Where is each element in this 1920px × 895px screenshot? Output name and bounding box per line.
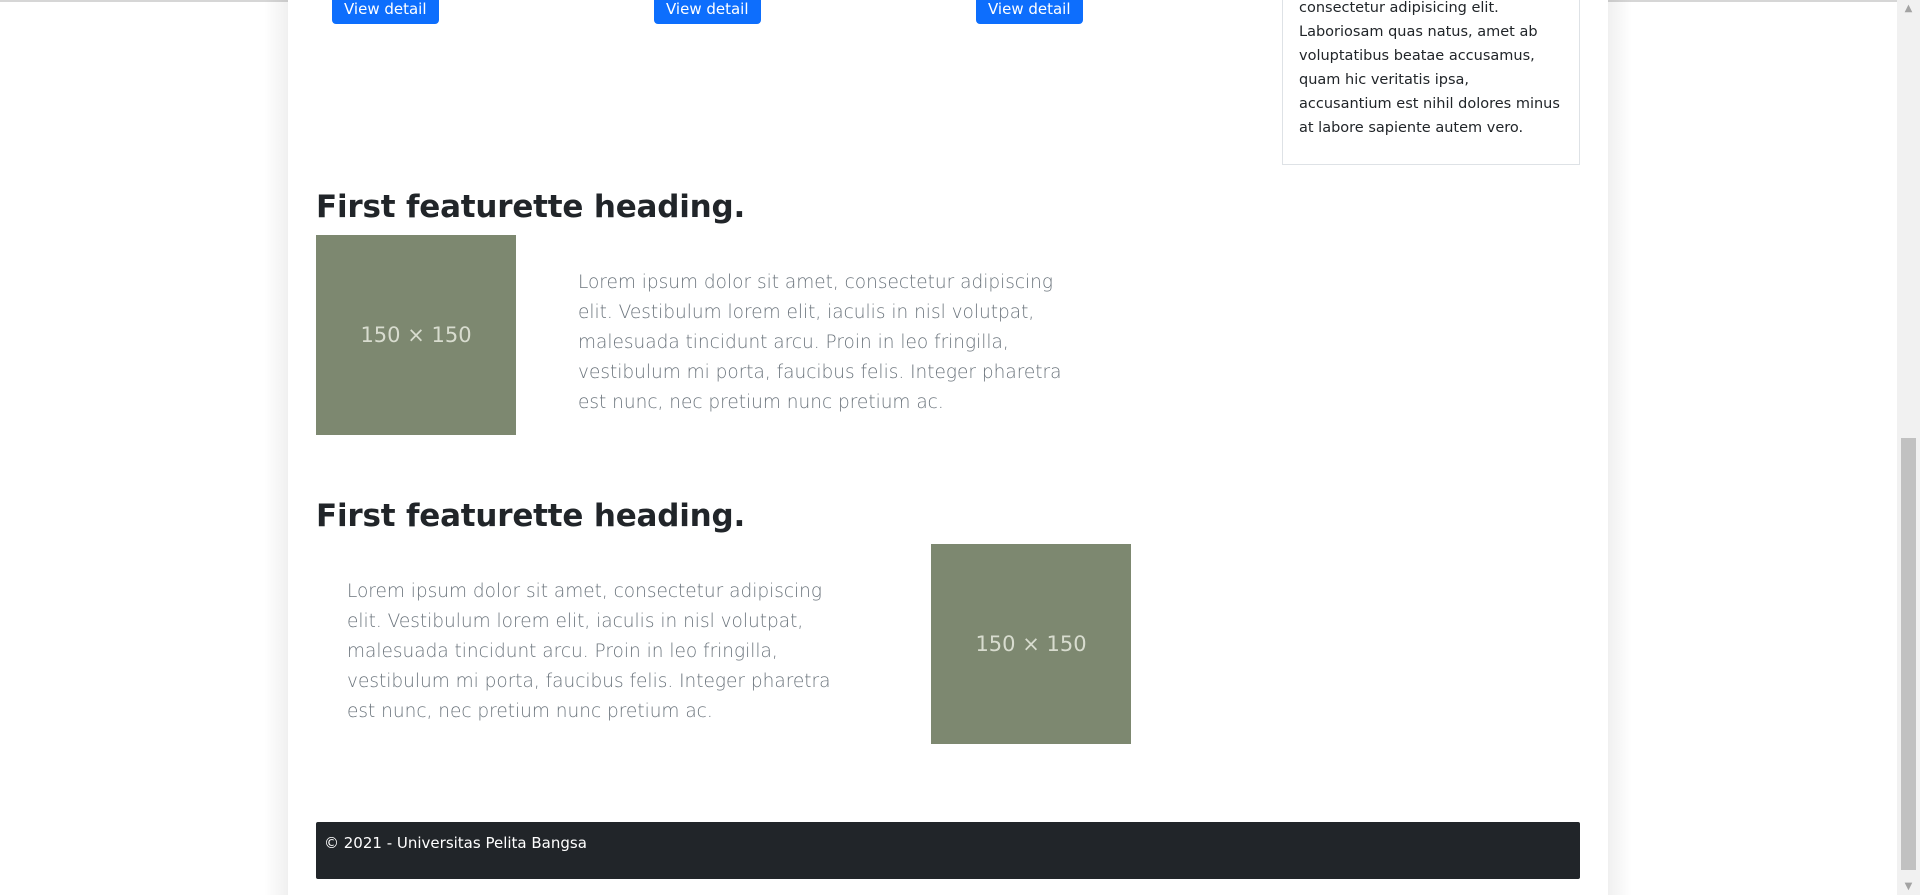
view-detail-button-3[interactable]: View detail: [976, 0, 1083, 24]
page-shadow-right: [1608, 0, 1632, 895]
scrollbar-thumb[interactable]: [1901, 438, 1916, 870]
featurette-heading-1: First featurette heading.: [316, 189, 746, 225]
footer-copyright: © 2021 - Universitas Pelita Bangsa: [324, 834, 587, 852]
footer: © 2021 - Universitas Pelita Bangsa: [316, 822, 1580, 879]
featurette-image-1-label: 150 × 150: [360, 323, 472, 347]
scroll-down-icon[interactable]: ▼: [1897, 878, 1920, 895]
view-detail-button-2[interactable]: View detail: [654, 0, 761, 24]
featurette-image-1: 150 × 150: [316, 235, 516, 435]
sidebar-card: consectetur adipisicing elit. Laboriosam…: [1282, 0, 1580, 165]
featurette-image-2-label: 150 × 150: [975, 632, 1087, 656]
featurette-heading-2: First featurette heading.: [316, 498, 746, 534]
sidebar-card-text: consectetur adipisicing elit. Laboriosam…: [1299, 0, 1560, 136]
scroll-up-icon[interactable]: ▲: [1897, 0, 1920, 17]
view-detail-button-1[interactable]: View detail: [332, 0, 439, 24]
featurette-text-2: Lorem ipsum dolor sit amet, consectetur …: [347, 581, 831, 722]
page-shadow-left: [264, 0, 288, 895]
vertical-scrollbar[interactable]: ▲ ▼: [1897, 0, 1920, 895]
main-container: View detail View detail View detail cons…: [288, 0, 1608, 895]
featurette-text-1: Lorem ipsum dolor sit amet, consectetur …: [578, 272, 1062, 413]
featurette-image-2: 150 × 150: [931, 544, 1131, 744]
